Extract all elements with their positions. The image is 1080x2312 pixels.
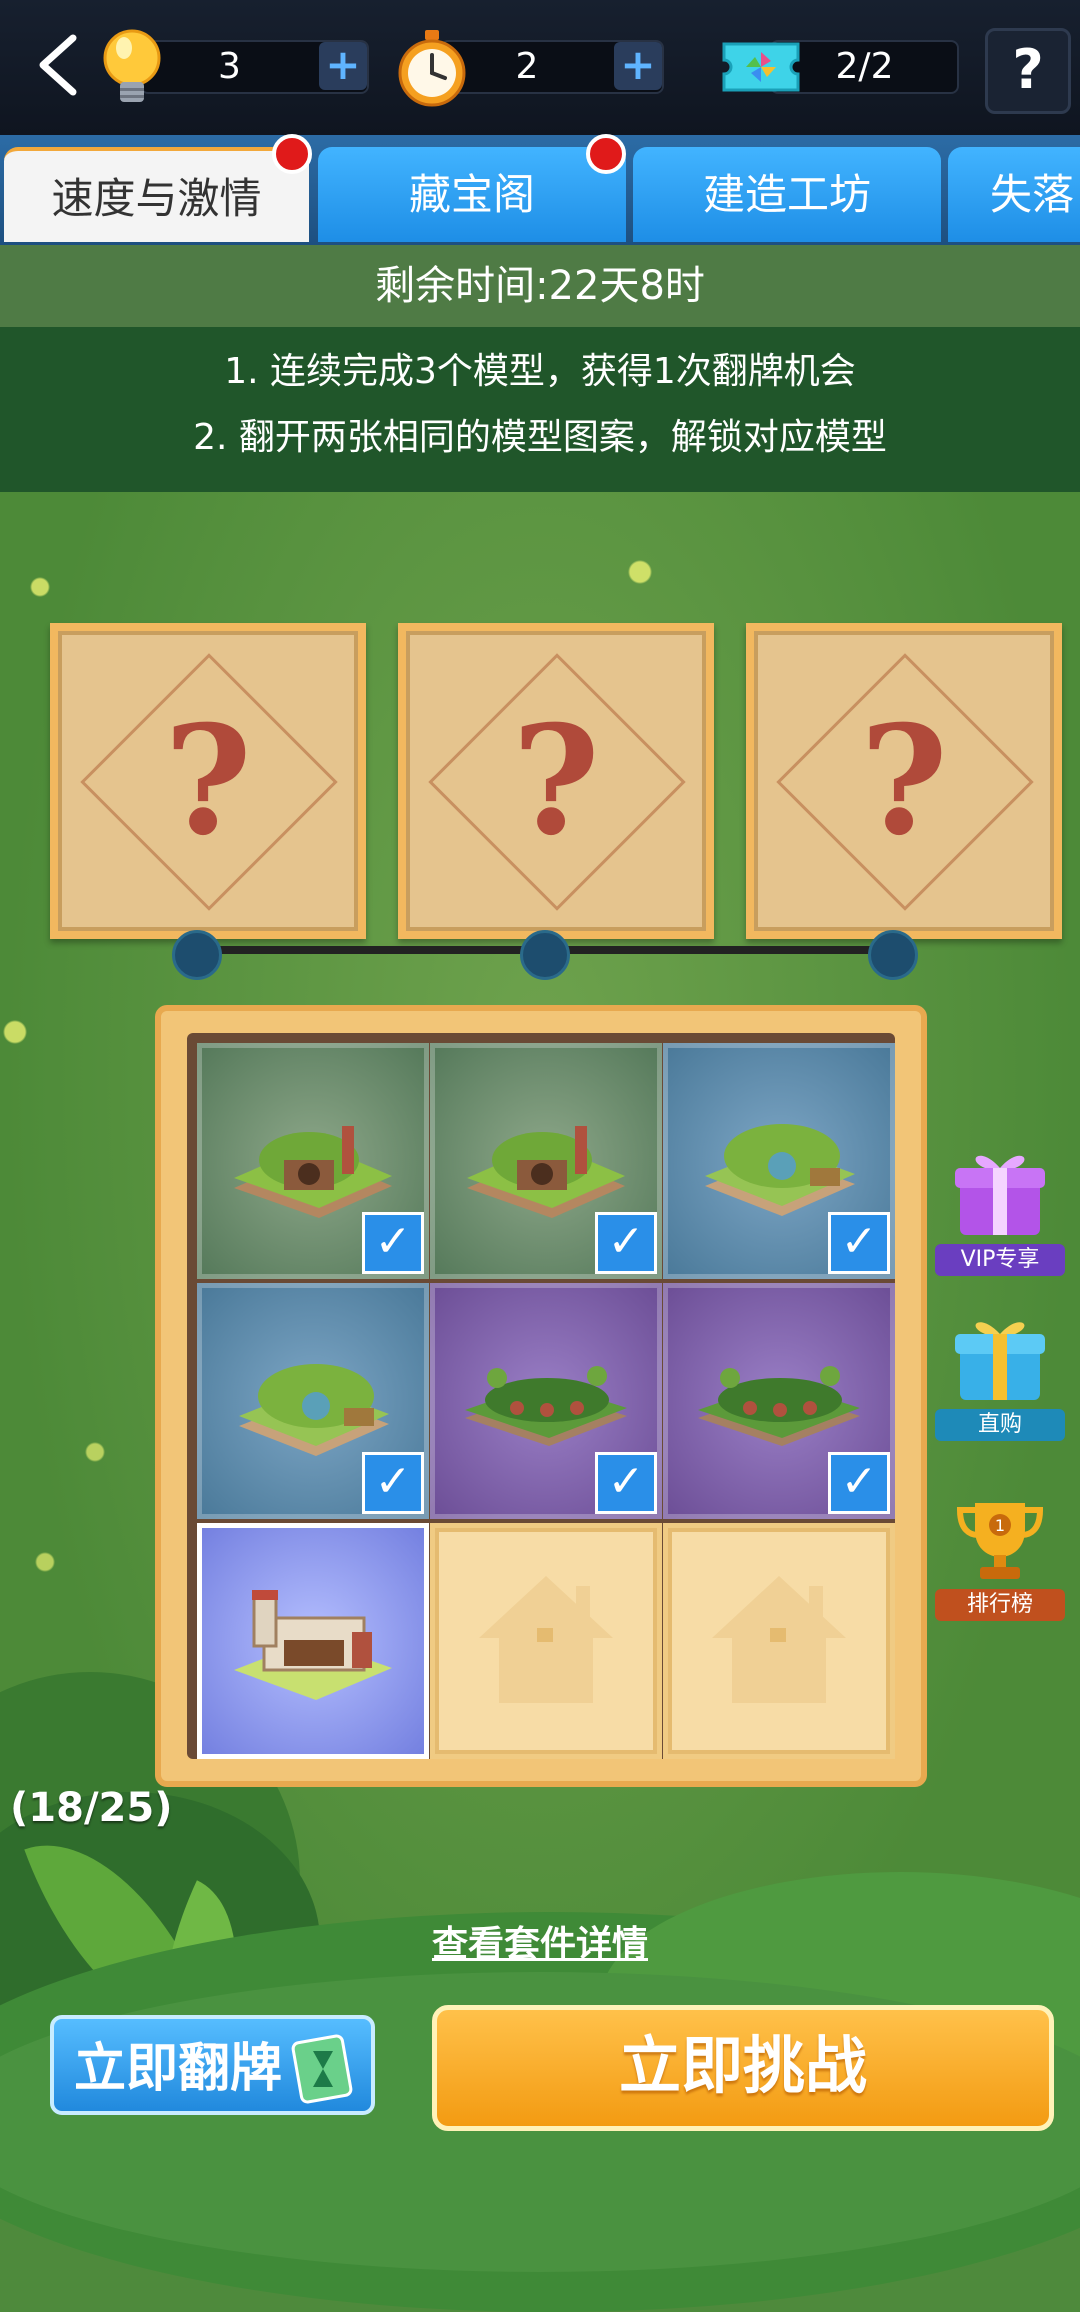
purchase-label: 直购	[935, 1409, 1065, 1441]
model-tile[interactable]: ✓	[663, 1043, 895, 1279]
house-placeholder-icon	[479, 1576, 613, 1703]
help-button[interactable]: ?	[985, 28, 1071, 114]
flip-card-label: 立即翻牌	[74, 2039, 283, 2099]
add-stopwatch-button[interactable]: +	[614, 42, 662, 90]
model-grid: ✓ ✓ ✓ ✓ ✓ ✓	[187, 1033, 895, 1759]
hourglass-card-icon	[291, 2034, 353, 2104]
leaderboard-label: 排行榜	[935, 1589, 1065, 1621]
model-board: ✓ ✓ ✓ ✓ ✓ ✓	[155, 1005, 927, 1787]
view-set-details-link[interactable]: 查看套件详情	[0, 1915, 1080, 1967]
progress-node	[172, 930, 222, 980]
house-placeholder-icon	[712, 1576, 846, 1703]
check-icon: ✓	[595, 1212, 657, 1274]
rule-line: 1. 连续完成3个模型，获得1次翻牌机会	[224, 351, 856, 392]
check-icon: ✓	[362, 1452, 424, 1514]
tab-speed-and-passion[interactable]: 速度与激情	[4, 147, 309, 242]
empty-tile[interactable]	[430, 1523, 662, 1759]
notification-dot	[586, 134, 626, 174]
model-tile[interactable]: ✓	[663, 1283, 895, 1519]
remaining-time: 剩余时间:22天8时	[0, 245, 1080, 327]
lightbulb-count: 3	[218, 46, 241, 87]
progress-node	[520, 930, 570, 980]
model-tile[interactable]: ✓	[197, 1283, 429, 1519]
check-icon: ✓	[595, 1452, 657, 1514]
top-bar: 3 + 2 + 2/2 ?	[0, 0, 1080, 135]
hill-house-icon	[705, 1124, 855, 1216]
tab-treasure-pavilion[interactable]: 藏宝阁	[318, 147, 626, 242]
question-mark-icon: ?	[860, 693, 948, 869]
model-tile[interactable]: ✓	[197, 1043, 429, 1279]
lightbulb-icon	[103, 29, 161, 102]
add-lightbulb-button[interactable]: +	[319, 42, 367, 90]
notification-dot	[272, 134, 312, 174]
vip-label: VIP专享	[935, 1244, 1065, 1276]
model-tile-selected[interactable]	[197, 1523, 429, 1759]
back-button[interactable]	[28, 28, 88, 103]
blue-gift-icon	[955, 1322, 1045, 1400]
flip-card-button[interactable]: 立即翻牌	[50, 2015, 375, 2115]
check-icon: ✓	[828, 1452, 890, 1514]
model-tile[interactable]: ✓	[430, 1283, 662, 1519]
stopwatch-resource: 2 +	[440, 40, 664, 94]
ticket-icon	[722, 42, 800, 92]
collection-progress: (18/25)	[10, 1785, 173, 1831]
challenge-now-button[interactable]: 立即挑战	[432, 2005, 1054, 2131]
hill-house-icon	[239, 1364, 389, 1456]
hobbit-house-icon	[234, 1126, 392, 1218]
question-mark-icon: ?	[164, 693, 252, 869]
question-mark-icon: ?	[512, 693, 600, 869]
leaderboard-button[interactable]: 1 排行榜	[930, 1495, 1070, 1621]
mystery-card[interactable]: ?	[398, 623, 714, 939]
hobbit-house-icon	[467, 1126, 625, 1218]
rule-line: 2. 翻开两张相同的模型图案，解锁对应模型	[193, 417, 887, 458]
burrow-island-icon	[698, 1366, 860, 1446]
mystery-card[interactable]: ?	[50, 623, 366, 939]
check-icon: ✓	[362, 1212, 424, 1274]
model-tile[interactable]: ✓	[430, 1043, 662, 1279]
trophy-icon: 1	[956, 1503, 1044, 1579]
progress-node	[868, 930, 918, 980]
stopwatch-icon	[398, 30, 466, 107]
svg-text:1: 1	[995, 1516, 1005, 1535]
mystery-card[interactable]: ?	[746, 623, 1062, 939]
tab-bar: 速度与激情 藏宝阁 建造工坊 失落	[0, 135, 1080, 245]
chevron-left-icon	[39, 34, 77, 96]
direct-purchase-button[interactable]: 直购	[930, 1310, 1070, 1441]
vip-exclusive-button[interactable]: VIP专享	[930, 1140, 1070, 1276]
empty-tile[interactable]	[663, 1523, 895, 1759]
castle-house-icon	[234, 1590, 392, 1700]
check-icon: ✓	[828, 1212, 890, 1274]
burrow-island-icon	[465, 1366, 627, 1446]
purple-gift-icon	[955, 1155, 1045, 1235]
tab-lost[interactable]: 失落	[948, 147, 1080, 242]
tab-build-workshop[interactable]: 建造工坊	[633, 147, 941, 242]
rules-panel: 1. 连续完成3个模型，获得1次翻牌机会 2. 翻开两张相同的模型图案，解锁对应…	[0, 327, 1080, 492]
lightbulb-resource: 3 +	[140, 40, 369, 94]
